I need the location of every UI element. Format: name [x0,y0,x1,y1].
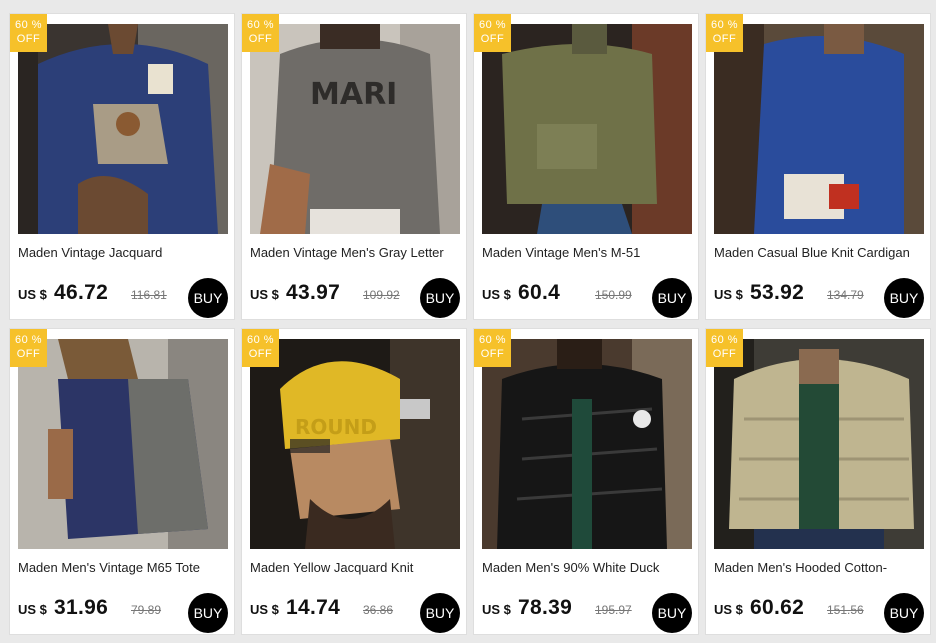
discount-badge: 60 % OFF [10,329,47,367]
tote-bag-photo-icon [18,339,228,549]
product-card[interactable]: 60 % OFF Maden Vintage Jacquard US $ 46.… [9,13,235,320]
original-price: 36.86 [363,603,394,617]
sale-price: 14.74 [286,596,341,619]
discount-badge: 60 % OFF [706,329,743,367]
original-price: 109.92 [363,288,400,302]
gray-letter-sweater-photo-icon: MARI [250,24,460,234]
buy-button[interactable]: BUY [652,278,692,318]
discount-off-label: OFF [480,348,505,360]
currency-label: US $ [482,602,511,617]
discount-badge: 60 % OFF [242,14,279,52]
product-image[interactable] [482,339,692,549]
buy-button[interactable]: BUY [884,278,924,318]
product-card[interactable]: 60 % OFF Maden Men's Hooded Cotton- US $… [705,328,931,635]
product-card[interactable]: 60 % OFF Maden Casual Blue Knit Cardigan… [705,13,931,320]
sale-price: 60.62 [750,596,805,619]
original-price: 134.79 [827,288,864,302]
product-image[interactable]: MARI [250,24,460,234]
price-row: US $ 43.97 109.92 BUY [250,278,460,318]
discount-off-label: OFF [480,33,505,45]
price-row: US $ 14.74 36.86 BUY [250,593,460,633]
khaki-puffer-jacket-photo-icon [714,339,924,549]
currency-label: US $ [482,287,511,302]
price-row: US $ 31.96 79.89 BUY [18,593,228,633]
svg-text:ROUND: ROUND [295,415,377,439]
product-image[interactable] [482,24,692,234]
blue-knit-cardigan-photo-icon [714,24,924,234]
discount-off-label: OFF [248,348,273,360]
sale-price: 78.39 [518,596,573,619]
price-row: US $ 46.72 116.81 BUY [18,278,228,318]
product-image[interactable]: ROUND [250,339,460,549]
product-title[interactable]: Maden Yellow Jacquard Knit [250,560,460,575]
currency-label: US $ [250,287,279,302]
currency-label: US $ [714,287,743,302]
buy-button[interactable]: BUY [652,593,692,633]
product-title[interactable]: Maden Men's 90% White Duck [482,560,692,575]
currency-label: US $ [18,287,47,302]
discount-off-label: OFF [712,33,737,45]
discount-badge: 60 % OFF [706,14,743,52]
sale-price: 60.4 [518,281,561,304]
original-price: 79.89 [131,603,162,617]
price-row: US $ 60.4 150.99 BUY [482,278,692,318]
product-title[interactable]: Maden Vintage Men's Gray Letter [250,245,460,260]
buy-button[interactable]: BUY [188,593,228,633]
product-card[interactable]: 60 % OFF Maden Vintage Men's M-51 US $ 6… [473,13,699,320]
product-grid: 60 % OFF Maden Vintage Jacquard US $ 46.… [9,13,931,635]
price-row: US $ 60.62 151.56 BUY [714,593,924,633]
product-card[interactable]: 60 % OFF Maden Men's Vintage M65 Tote US… [9,328,235,635]
original-price: 151.56 [827,603,864,617]
discount-percent: 60 % [478,334,507,346]
discount-percent: 60 % [14,19,43,31]
discount-badge: 60 % OFF [10,14,47,52]
product-card[interactable]: MARI 60 % OFF Maden Vintage Men's Gray L… [241,13,467,320]
original-price: 116.81 [131,288,167,302]
buy-button[interactable]: BUY [188,278,228,318]
product-image[interactable] [714,24,924,234]
product-card[interactable]: ROUND 60 % OFF Maden Yellow Jacquard Kni… [241,328,467,635]
svg-text:MARI: MARI [310,77,397,112]
discount-percent: 60 % [14,334,43,346]
discount-badge: 60 % OFF [242,329,279,367]
olive-quilted-jacket-photo-icon [482,24,692,234]
product-title[interactable]: Maden Vintage Men's M-51 [482,245,692,260]
original-price: 195.97 [595,603,632,617]
product-title[interactable]: Maden Casual Blue Knit Cardigan [714,245,924,260]
discount-off-label: OFF [712,348,737,360]
price-row: US $ 78.39 195.97 BUY [482,593,692,633]
buy-button[interactable]: BUY [884,593,924,633]
product-card[interactable]: 60 % OFF Maden Men's 90% White Duck US $… [473,328,699,635]
discount-badge: 60 % OFF [474,14,511,52]
product-title[interactable]: Maden Vintage Jacquard [18,245,228,260]
sale-price: 46.72 [54,281,109,304]
black-down-jacket-photo-icon [482,339,692,549]
discount-off-label: OFF [16,348,41,360]
blue-jacquard-sweater-photo-icon [18,24,228,234]
discount-percent: 60 % [246,19,275,31]
product-image[interactable] [18,339,228,549]
original-price: 150.99 [595,288,632,302]
discount-off-label: OFF [248,33,273,45]
currency-label: US $ [714,602,743,617]
discount-percent: 60 % [246,334,275,346]
discount-percent: 60 % [478,19,507,31]
product-title[interactable]: Maden Men's Hooded Cotton- [714,560,924,575]
product-image[interactable] [18,24,228,234]
product-image[interactable] [714,339,924,549]
sale-price: 53.92 [750,281,805,304]
currency-label: US $ [18,602,47,617]
currency-label: US $ [250,602,279,617]
yellow-beanie-photo-icon: ROUND [250,339,460,549]
discount-percent: 60 % [710,19,739,31]
buy-button[interactable]: BUY [420,278,460,318]
buy-button[interactable]: BUY [420,593,460,633]
discount-off-label: OFF [16,33,41,45]
sale-price: 31.96 [54,596,109,619]
product-title[interactable]: Maden Men's Vintage M65 Tote [18,560,228,575]
discount-percent: 60 % [710,334,739,346]
discount-badge: 60 % OFF [474,329,511,367]
price-row: US $ 53.92 134.79 BUY [714,278,924,318]
sale-price: 43.97 [286,281,341,304]
